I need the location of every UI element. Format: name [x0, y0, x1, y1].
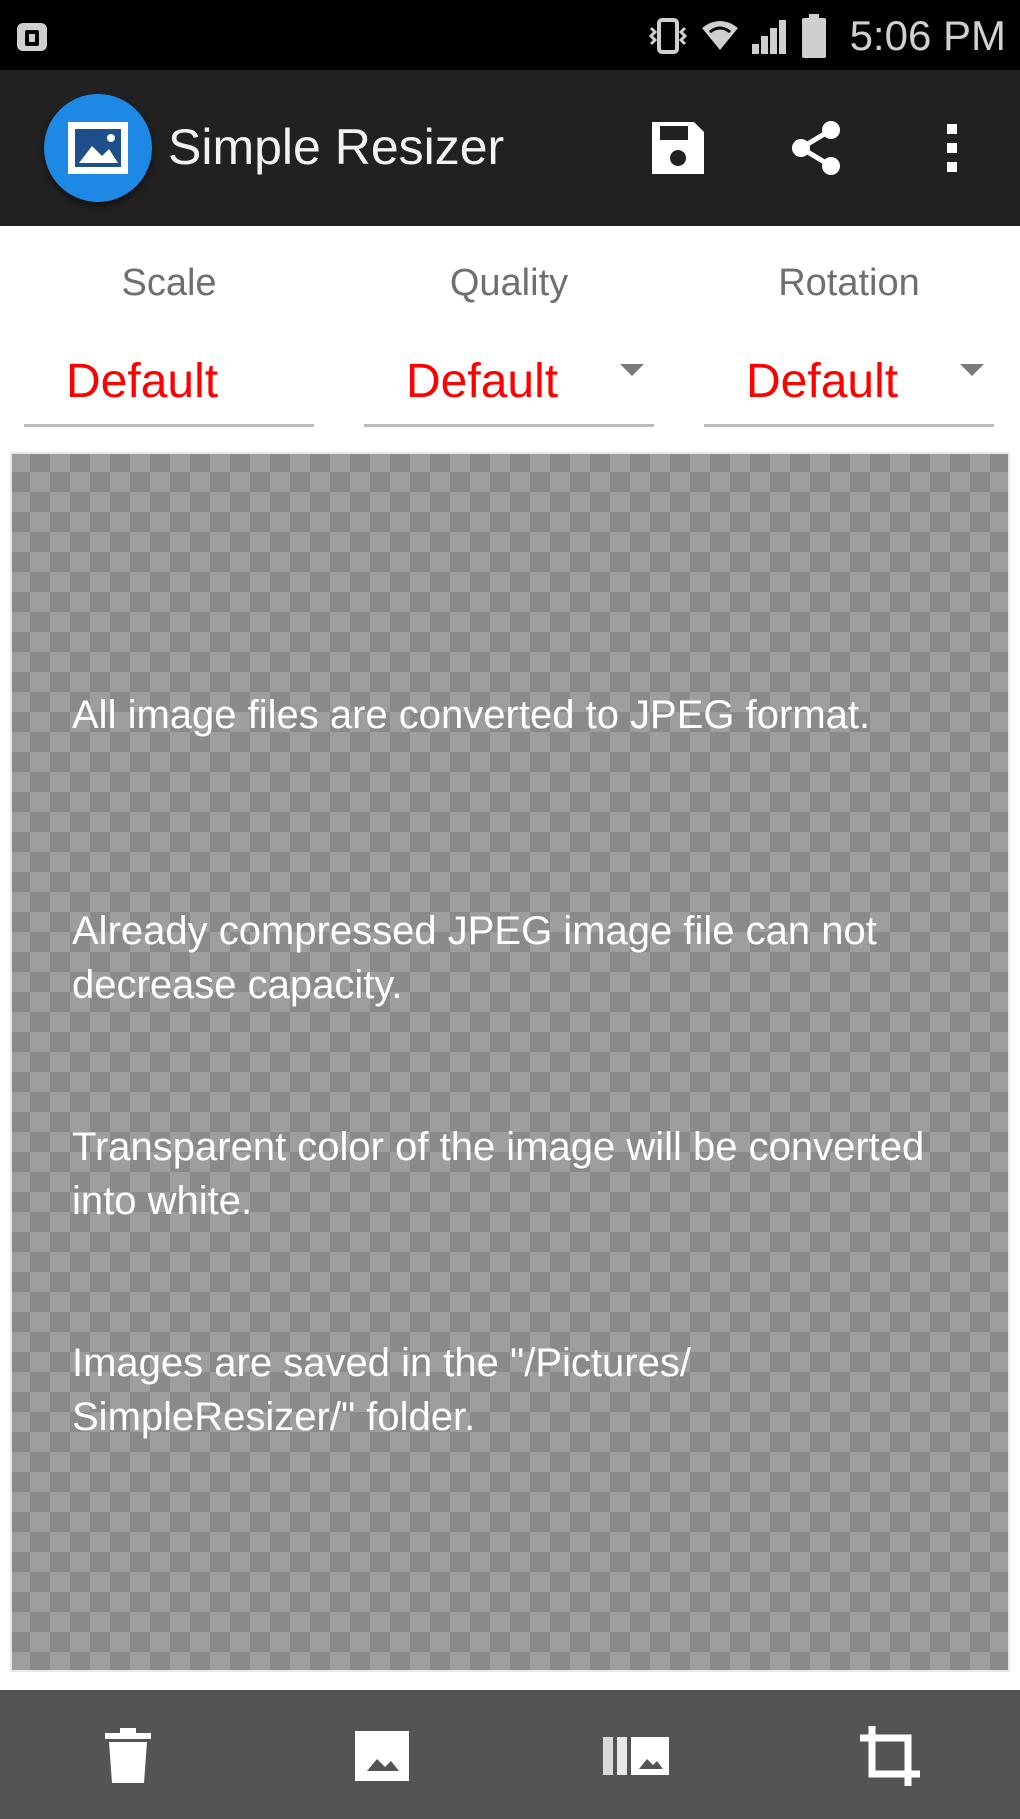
- app-title: Simple Resizer: [168, 119, 505, 175]
- image-preview-area[interactable]: All image files are converted to JPEG fo…: [10, 452, 1010, 1672]
- signal-icon: [751, 20, 786, 54]
- chevron-down-icon: [960, 364, 984, 376]
- status-icons: 5:06 PM: [646, 10, 1006, 62]
- notification-app-icon: [17, 23, 47, 51]
- info-message: All image files are converted to JPEG fo…: [72, 693, 871, 737]
- info-message: Images are saved in the "/Pictures/ Simp…: [72, 1341, 691, 1439]
- info-message: Already compressed JPEG image file can n…: [72, 909, 877, 1007]
- quality-value: Default: [406, 355, 559, 408]
- bottom-toolbar: [0, 1690, 1020, 1819]
- chevron-down-icon: [620, 364, 644, 376]
- battery-icon: [801, 14, 826, 58]
- share-button[interactable]: [772, 104, 860, 192]
- rotation-label: Rotation: [778, 262, 920, 304]
- info-message: Transparent color of the image will be c…: [72, 1125, 925, 1223]
- share-icon: [792, 121, 840, 175]
- action-bar: Simple Resizer: [0, 70, 1020, 226]
- status-time: 5:06 PM: [849, 12, 1006, 59]
- quality-label: Quality: [449, 262, 569, 304]
- quality-spinner[interactable]: Quality Default: [364, 226, 654, 432]
- rotation-spinner[interactable]: Rotation Default: [704, 226, 994, 432]
- overflow-menu-button[interactable]: [908, 104, 996, 192]
- delete-icon: [105, 1728, 151, 1783]
- app-logo-icon[interactable]: [44, 94, 152, 202]
- status-bar: 5:06 PM: [0, 0, 1020, 70]
- rotation-value: Default: [746, 355, 899, 408]
- delete-button[interactable]: [80, 1708, 176, 1804]
- image-gallery-button[interactable]: [588, 1708, 684, 1804]
- quality-underline: [364, 424, 654, 427]
- image-icon: [355, 1731, 409, 1781]
- crop-icon: [860, 1726, 920, 1786]
- picture-icon: [68, 122, 128, 174]
- overflow-menu-icon: [947, 124, 957, 172]
- image-gallery-icon: [603, 1737, 669, 1775]
- scale-label: Scale: [121, 262, 217, 304]
- image-button[interactable]: [334, 1708, 430, 1804]
- scale-underline: [24, 424, 314, 427]
- scale-value: Default: [66, 355, 219, 408]
- crop-button[interactable]: [842, 1708, 938, 1804]
- save-icon: [652, 122, 704, 174]
- scale-spinner[interactable]: Scale Default: [24, 226, 314, 432]
- wifi-icon: [701, 21, 738, 50]
- rotation-underline: [704, 424, 994, 427]
- vibrate-icon: [648, 18, 687, 54]
- save-button[interactable]: [634, 104, 722, 192]
